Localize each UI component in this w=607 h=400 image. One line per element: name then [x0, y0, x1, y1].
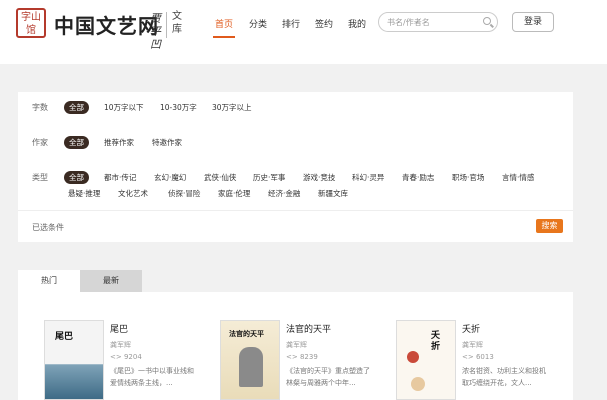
- filter-genre-option[interactable]: 文化艺术: [118, 188, 148, 199]
- logo-seal[interactable]: 字山馆: [16, 8, 46, 38]
- book-view-count: <> 8239: [286, 353, 318, 361]
- book-cover[interactable]: 尾巴: [44, 320, 104, 400]
- chosen-conditions-label: 已选条件: [32, 223, 64, 232]
- book-cover[interactable]: 夭折: [396, 320, 456, 400]
- filter-divider: [18, 210, 573, 211]
- filter-wordcount-all[interactable]: 全部: [64, 101, 89, 114]
- search-icon[interactable]: [483, 17, 491, 25]
- logo-signature: 贾平凹: [150, 12, 161, 51]
- filter-genre-option[interactable]: 武侠·仙侠: [204, 172, 236, 183]
- login-button[interactable]: 登录: [512, 12, 554, 32]
- book-author[interactable]: 龚军辉: [462, 340, 483, 350]
- filter-genre-option[interactable]: 职场·官场: [452, 172, 484, 183]
- filter-label-wordcount: 字数: [32, 103, 48, 112]
- eye-icon: <>: [462, 353, 476, 361]
- book-view-count: <> 6013: [462, 353, 494, 361]
- nav-home[interactable]: 首页: [215, 17, 233, 30]
- book-view-count-value: 9204: [123, 353, 142, 361]
- book-view-count: <> 9204: [110, 353, 142, 361]
- filter-wordcount-under10[interactable]: 10万字以下: [104, 102, 144, 113]
- book-author[interactable]: 龚军辉: [286, 340, 307, 350]
- book-cover-title: 法官的天平: [229, 330, 264, 338]
- nav-ranking[interactable]: 排行: [282, 17, 300, 30]
- nav-active-underline: [213, 36, 235, 38]
- book-view-count-value: 6013: [475, 353, 494, 361]
- filter-genre-all[interactable]: 全部: [64, 171, 89, 184]
- eye-icon: <>: [286, 353, 300, 361]
- book-author[interactable]: 龚军辉: [110, 340, 131, 350]
- filter-genre-option[interactable]: 悬疑·推理: [68, 188, 100, 199]
- book-title[interactable]: 尾巴: [110, 322, 128, 335]
- filter-author-recommended[interactable]: 推荐作家: [104, 137, 134, 148]
- filter-wordcount-over30[interactable]: 30万字以上: [212, 102, 252, 113]
- book-view-count-value: 8239: [299, 353, 318, 361]
- filter-label-genre: 类型: [32, 173, 48, 182]
- book-cover-title: 夭折: [431, 331, 441, 352]
- figure-image: [411, 377, 425, 391]
- logo-title[interactable]: 中国文艺网: [54, 10, 159, 39]
- book-cover[interactable]: 法官的天平: [220, 320, 280, 400]
- filter-wordcount-10-30[interactable]: 10-30万字: [160, 102, 197, 113]
- nav-mine[interactable]: 我的: [348, 17, 366, 30]
- filter-genre-option[interactable]: 家庭·伦理: [218, 188, 250, 199]
- filter-panel: 字数 全部 10万字以下 10-30万字 30万字以上 作家 全部 推荐作家 特…: [18, 92, 573, 242]
- book-list: 尾巴 尾巴 龚军辉 <> 9204 《尾巴》一书中以事业线和爱情线两条主线，..…: [18, 292, 573, 400]
- tab-latest[interactable]: 最新: [80, 270, 142, 292]
- book-title[interactable]: 法官的天平: [286, 322, 331, 335]
- filter-genre-option[interactable]: 新疆文库: [318, 188, 348, 199]
- nav-category[interactable]: 分类: [249, 17, 267, 30]
- filter-genre-option[interactable]: 游戏·竞技: [303, 172, 335, 183]
- filter-genre-option[interactable]: 科幻·灵异: [352, 172, 384, 183]
- book-description: 《尾巴》一书中以事业线和爱情线两条主线，...: [110, 367, 194, 387]
- eye-icon: <>: [110, 353, 124, 361]
- header: 字山馆 中国文艺网 贾平凹 文库 首页 分类 排行 签约 我的 书名/作者名 登…: [0, 0, 607, 64]
- filter-author-invited[interactable]: 特邀作家: [152, 137, 182, 148]
- filter-genre-option[interactable]: 侦探·冒险: [168, 188, 200, 199]
- filter-genre-option[interactable]: 都市·传记: [104, 172, 136, 183]
- justice-statue-image: [239, 347, 263, 387]
- book-description: 《法官的天平》重点塑造了林粲与周雅两个中年...: [286, 367, 370, 387]
- filter-genre-option[interactable]: 青春·励志: [402, 172, 434, 183]
- filter-label-author: 作家: [32, 138, 48, 147]
- search-input[interactable]: 书名/作者名: [378, 12, 498, 32]
- filter-genre-option[interactable]: 玄幻·魔幻: [154, 172, 186, 183]
- flower-image: [407, 351, 419, 363]
- filter-genre-option[interactable]: 言情·情感: [502, 172, 534, 183]
- logo-section: 文库: [172, 11, 182, 35]
- filter-author-all[interactable]: 全部: [64, 136, 89, 149]
- filter-search-button[interactable]: 搜索: [536, 219, 563, 233]
- filter-genre-option[interactable]: 经济·金融: [268, 188, 300, 199]
- book-title[interactable]: 夭折: [462, 322, 480, 335]
- tab-hot[interactable]: 热门: [18, 270, 80, 292]
- filter-genre-option[interactable]: 历史·军事: [253, 172, 285, 183]
- search-placeholder: 书名/作者名: [387, 18, 430, 27]
- logo-divider: [166, 12, 167, 38]
- book-cover-title: 尾巴: [55, 332, 74, 342]
- book-description: 浓名钳资、功利主义和投机取巧缠绕开花，文人...: [462, 367, 546, 387]
- nav-signing[interactable]: 签约: [315, 17, 333, 30]
